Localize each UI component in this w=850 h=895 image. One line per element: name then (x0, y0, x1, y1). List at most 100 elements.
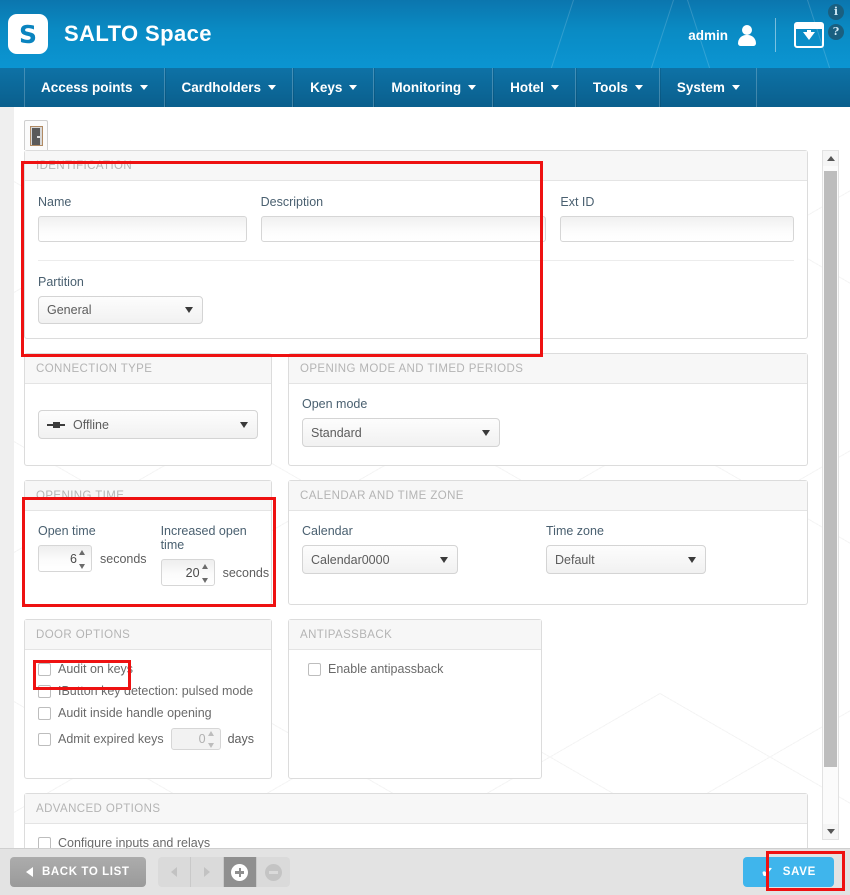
next-record-button[interactable] (190, 857, 224, 887)
left-edge-strip (0, 107, 14, 848)
spinner-arrows-icon[interactable] (79, 550, 86, 569)
panel-title-opening-time: OPENING TIME (25, 481, 271, 511)
chevron-down-icon (688, 556, 696, 563)
menu-item-access-points[interactable]: Access points (24, 68, 165, 107)
main-menu-bar: Access points Cardholders Keys Monitorin… (0, 68, 850, 107)
chevron-left-icon (26, 867, 33, 877)
checkbox-audit-inside-handle[interactable]: Audit inside handle opening (38, 706, 258, 720)
timezone-select[interactable]: Default (546, 545, 706, 574)
brand-logo[interactable]: S SALTO Space (8, 14, 212, 54)
field-increased-open-time: Increased open time 20 seconds (160, 524, 269, 586)
checkbox-label: Audit on keys (58, 662, 134, 676)
chevron-down-icon (139, 85, 148, 90)
checkbox-icon[interactable] (38, 706, 51, 720)
identification-fields-row: Name Description Ext ID (38, 195, 794, 242)
brand-title: SALTO Space (64, 21, 212, 46)
application-window: S SALTO Space admin i ? Access points Ca… (0, 0, 850, 895)
connection-type-value: Offline (73, 417, 109, 432)
checkbox-label: Enable antipassback (328, 662, 444, 676)
calendar-select[interactable]: Calendar0000 (302, 545, 458, 574)
form-scroll-pane: IDENTIFICATION Name Description Ext ID P… (24, 150, 808, 879)
checkbox-icon[interactable] (38, 732, 51, 746)
menu-label: Tools (592, 80, 628, 95)
ext-id-input[interactable] (560, 216, 794, 242)
field-description: Description (260, 195, 547, 242)
checkbox-audit-on-keys[interactable]: Audit on keys (38, 662, 258, 676)
scroll-up-button[interactable] (823, 151, 838, 166)
menu-item-hotel[interactable]: Hotel (493, 68, 576, 107)
menu-item-system[interactable]: System (659, 68, 757, 107)
panel-title-connection-type: CONNECTION TYPE (25, 354, 271, 384)
scroll-down-button[interactable] (823, 824, 838, 839)
record-navigation-group (157, 857, 290, 887)
checkbox-icon[interactable] (308, 662, 321, 676)
panel-title-opening-mode: OPENING MODE AND TIMED PERIODS (289, 354, 807, 384)
field-open-mode: Open mode Standard (302, 397, 500, 447)
header-diagonal-decor (541, 0, 580, 68)
field-partition: Partition General (38, 275, 203, 324)
save-button-label: SAVE (782, 866, 816, 878)
back-to-list-label: BACK TO LIST (42, 866, 130, 878)
panel-title-advanced-options: ADVANCED OPTIONS (25, 794, 807, 824)
save-button[interactable]: ✔ SAVE (743, 857, 834, 887)
spinner-arrows-icon[interactable] (207, 731, 215, 748)
content-area: IDENTIFICATION Name Description Ext ID P… (0, 107, 850, 879)
help-icon[interactable]: ? (828, 24, 844, 40)
menu-item-monitoring[interactable]: Monitoring (374, 68, 494, 107)
checkbox-icon[interactable] (38, 662, 51, 676)
window-download-icon[interactable] (794, 22, 824, 48)
remove-record-button[interactable] (256, 857, 290, 887)
checkbox-ibutton-pulsed-mode[interactable]: IButton key detection: pulsed mode (38, 684, 258, 698)
scrollbar-thumb[interactable] (824, 171, 837, 767)
previous-record-button[interactable] (157, 857, 191, 887)
label-ext-id: Ext ID (560, 195, 595, 209)
menu-item-cardholders[interactable]: Cardholders (164, 68, 294, 107)
menu-item-keys[interactable]: Keys (293, 68, 375, 107)
tab-strip (24, 120, 48, 150)
spinner-arrows-icon[interactable] (201, 564, 209, 583)
name-input[interactable] (38, 216, 247, 242)
field-ext-id: Ext ID (560, 195, 794, 242)
panel-title-calendar-timezone: CALENDAR AND TIME ZONE (289, 481, 807, 511)
field-open-time: Open time 6 seconds (38, 524, 147, 586)
description-input[interactable] (260, 216, 547, 242)
panel-title-antipassback: ANTIPASSBACK (289, 620, 541, 650)
chevron-down-icon (240, 421, 248, 428)
plug-icon (47, 420, 65, 430)
label-partition: Partition (38, 275, 84, 289)
field-name: Name (38, 195, 247, 242)
user-icon[interactable] (737, 24, 757, 46)
add-record-button[interactable] (223, 857, 257, 887)
checkbox-admit-expired-keys[interactable]: Admit expired keys 0 days (38, 728, 258, 750)
checkbox-enable-antipassback[interactable]: Enable antipassback (308, 662, 528, 676)
label-calendar: Calendar (302, 524, 353, 538)
field-timezone: Time zone Default (546, 524, 706, 574)
info-icon[interactable]: i (828, 4, 844, 20)
admit-expired-days-spinner[interactable]: 0 (170, 728, 221, 750)
logo-letter: S (18, 19, 37, 49)
connection-type-select[interactable]: Offline (38, 410, 258, 439)
tab-door[interactable] (24, 120, 48, 150)
open-mode-select[interactable]: Standard (302, 418, 500, 447)
checkbox-icon[interactable] (38, 684, 51, 698)
header-diagonal-decor (641, 0, 680, 68)
open-time-spinner[interactable]: 6 (38, 545, 92, 572)
minus-icon (264, 863, 282, 881)
label-open-mode: Open mode (302, 397, 368, 411)
panel-opening-mode: OPENING MODE AND TIMED PERIODS Open mode… (288, 353, 808, 466)
menu-item-tools[interactable]: Tools (575, 68, 660, 107)
panel-connection-type: CONNECTION TYPE Offline (24, 353, 272, 466)
field-calendar: Calendar Calendar0000 (302, 524, 458, 574)
row-connection-opening-mode: CONNECTION TYPE Offline OPENING MODE AND… (24, 353, 808, 466)
label-timezone: Time zone (546, 524, 604, 538)
open-time-unit: seconds (100, 551, 147, 566)
menu-label: Monitoring (391, 80, 462, 95)
panel-opening-time: OPENING TIME Open time 6 seconds Increas… (24, 480, 272, 605)
increased-open-time-spinner[interactable]: 20 (160, 559, 215, 586)
vertical-scrollbar[interactable] (822, 150, 839, 840)
label-name: Name (38, 195, 72, 209)
back-to-list-button[interactable]: BACK TO LIST (10, 857, 146, 887)
partition-select[interactable]: General (38, 296, 203, 324)
checkbox-label: Admit expired keys (58, 732, 164, 746)
panel-door-options: DOOR OPTIONS Audit on keys IButton key d… (24, 619, 272, 779)
